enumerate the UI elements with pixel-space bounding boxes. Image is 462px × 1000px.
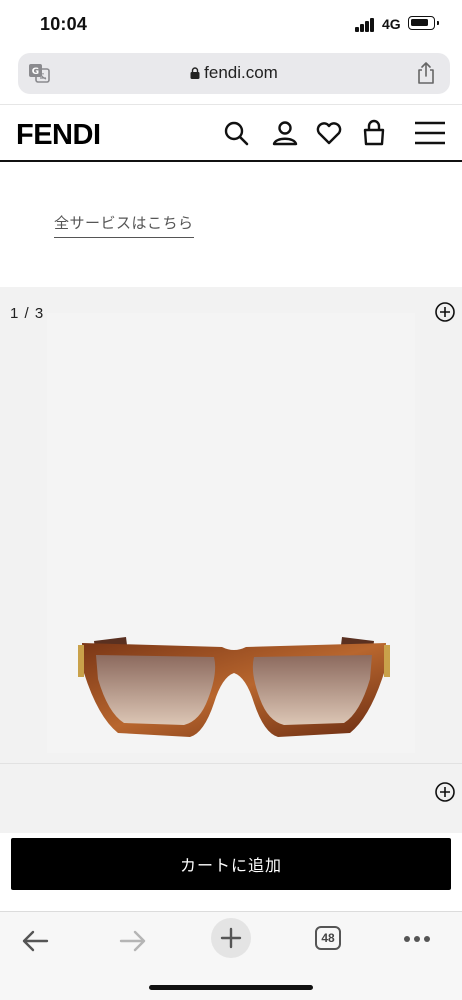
add-to-cart-button[interactable]: カートに追加 bbox=[11, 838, 451, 890]
lock-icon bbox=[190, 67, 200, 79]
battery-icon bbox=[408, 16, 439, 30]
product-gallery[interactable]: 1 / 3 bbox=[0, 287, 462, 763]
fendi-logo[interactable]: FENDI bbox=[16, 119, 101, 152]
search-icon[interactable] bbox=[222, 119, 250, 147]
bag-icon[interactable] bbox=[360, 119, 388, 147]
all-services-link[interactable]: 全サービスはこちら bbox=[54, 212, 194, 238]
zoom-plus-icon[interactable] bbox=[434, 301, 456, 323]
menu-icon[interactable] bbox=[414, 119, 446, 147]
product-gallery-next[interactable] bbox=[0, 763, 462, 833]
more-icon[interactable] bbox=[404, 936, 432, 944]
user-icon[interactable] bbox=[271, 119, 299, 147]
status-bar: 10:04 4G bbox=[0, 0, 462, 50]
status-time: 10:04 bbox=[40, 14, 88, 34]
heart-icon[interactable] bbox=[315, 119, 343, 147]
url-text[interactable]: fendi.com bbox=[204, 63, 278, 82]
site-header: FENDI bbox=[0, 104, 462, 162]
network-label: 4G bbox=[382, 16, 401, 32]
forward-arrow-icon[interactable] bbox=[118, 926, 148, 956]
plus-icon bbox=[220, 927, 242, 949]
image-page-counter: 1 / 3 bbox=[10, 305, 45, 322]
address-bar[interactable]: G fendi.com bbox=[18, 53, 450, 94]
share-icon[interactable] bbox=[416, 61, 436, 85]
zoom-plus-icon[interactable] bbox=[434, 781, 456, 803]
back-arrow-icon[interactable] bbox=[20, 926, 50, 956]
new-tab-button[interactable] bbox=[211, 918, 251, 958]
sunglasses-image bbox=[78, 637, 390, 737]
signal-icon bbox=[355, 18, 377, 32]
home-indicator bbox=[149, 985, 313, 990]
tabs-icon[interactable]: 48 bbox=[315, 926, 341, 950]
